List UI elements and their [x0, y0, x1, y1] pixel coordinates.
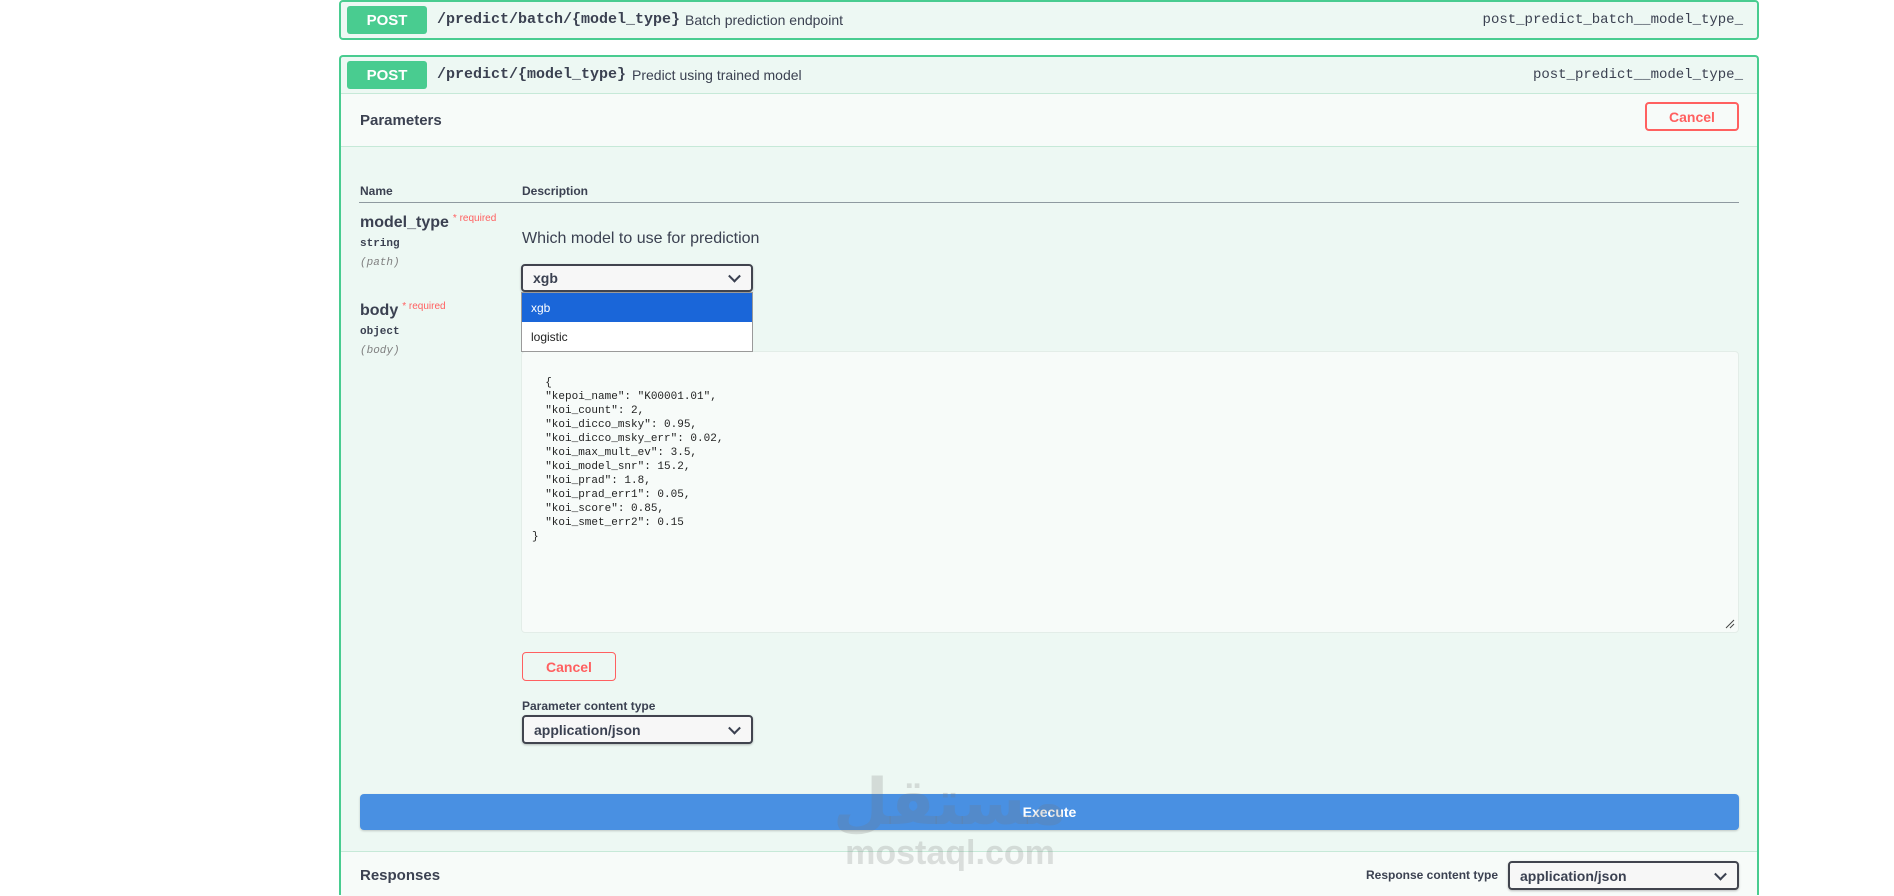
response-content-type-label: Response content type	[1366, 868, 1499, 882]
operation-header[interactable]: POST /predict/batch/{model_type} Batch p…	[341, 2, 1757, 38]
model-type-dropdown: xgb logistic	[521, 292, 753, 352]
param-name: body	[360, 302, 399, 319]
chevron-down-icon	[728, 269, 741, 283]
resize-handle-icon[interactable]	[1725, 619, 1735, 629]
dropdown-option-xgb[interactable]: xgb	[522, 293, 752, 322]
selected-value: application/json	[534, 721, 641, 738]
chevron-down-icon	[1714, 867, 1727, 881]
operation-path: /predict/batch/{model_type}	[437, 11, 681, 28]
param-location: (path)	[360, 257, 400, 269]
param-location: (body)	[360, 345, 400, 357]
model-type-select[interactable]: xgb	[521, 264, 753, 292]
body-cancel-button[interactable]: Cancel	[522, 652, 616, 681]
method-badge: POST	[347, 61, 427, 89]
param-type: object	[360, 326, 400, 338]
table-divider	[359, 202, 1739, 203]
responses-header: Responses Response content type applicat…	[341, 851, 1757, 896]
parameters-title: Parameters	[360, 112, 442, 129]
operation-summary: Batch prediction endpoint	[685, 12, 843, 28]
operation-id: post_predict_batch__model_type_	[1482, 12, 1743, 28]
operation-header[interactable]: POST /predict/{model_type} Predict using…	[341, 57, 1757, 93]
parameter-content-type-select[interactable]: application/json	[522, 715, 753, 744]
content-type-label: Parameter content type	[522, 699, 656, 713]
selected-value: application/json	[1520, 867, 1627, 884]
param-name-model-type: model_type * required	[360, 213, 497, 232]
param-type: string	[360, 238, 400, 250]
chevron-down-icon	[728, 721, 741, 735]
column-name-header: Name	[360, 184, 393, 198]
execute-button[interactable]: Execute	[360, 794, 1739, 830]
operation-batch-predict[interactable]: POST /predict/batch/{model_type} Batch p…	[339, 0, 1759, 40]
param-name-body: body * required	[360, 301, 446, 320]
responses-title: Responses	[360, 867, 441, 884]
body-json-value: { "kepoi_name": "K00001.01", "koi_count"…	[532, 377, 724, 543]
param-description: Which model to use for prediction	[522, 230, 760, 247]
parameters-header: Parameters Cancel	[341, 93, 1757, 147]
operation-summary: Predict using trained model	[632, 67, 802, 83]
required-marker: * required	[452, 213, 497, 224]
response-content-type-select[interactable]: application/json	[1508, 861, 1739, 890]
method-badge: POST	[347, 6, 427, 34]
column-description-header: Description	[522, 184, 589, 198]
operation-path: /predict/{model_type}	[437, 66, 627, 83]
selected-value: xgb	[533, 270, 558, 286]
dropdown-option-logistic[interactable]: logistic	[522, 322, 752, 351]
param-name: model_type	[360, 214, 449, 231]
try-out-cancel-button[interactable]: Cancel	[1645, 102, 1739, 131]
operation-id: post_predict__model_type_	[1532, 67, 1743, 83]
required-marker: * required	[402, 301, 446, 312]
body-json-editor[interactable]: { "kepoi_name": "K00001.01", "koi_count"…	[521, 351, 1739, 633]
